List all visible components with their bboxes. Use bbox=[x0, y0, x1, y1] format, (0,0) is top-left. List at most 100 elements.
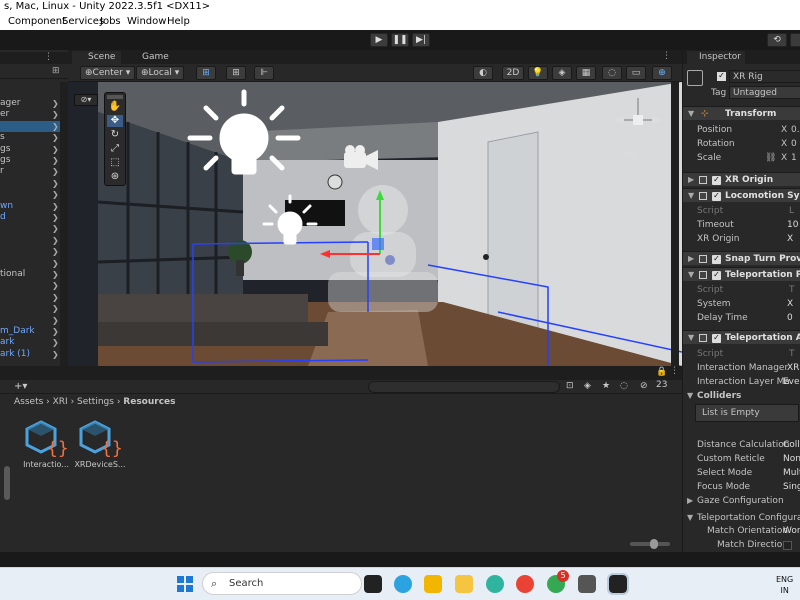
timeout-value[interactable]: 10 bbox=[787, 218, 798, 232]
search-by-type-icon[interactable]: ⊡ bbox=[566, 381, 574, 391]
increment-snap-button[interactable]: ⊩ bbox=[254, 66, 274, 80]
favorite-icon[interactable]: ★ bbox=[602, 381, 610, 391]
tab-inspector[interactable]: Inspector bbox=[687, 51, 745, 64]
reticle-value[interactable]: None bbox=[783, 452, 800, 466]
colliders-row[interactable]: ▼ Colliders bbox=[683, 389, 800, 403]
component-transform[interactable]: ▼ ⊹ Transform bbox=[683, 106, 800, 120]
tab-scene[interactable]: Scene bbox=[72, 51, 122, 64]
pivot-dropdown[interactable]: ⊕Center ▾ bbox=[80, 66, 136, 80]
component-checkbox[interactable]: ✓ bbox=[712, 271, 721, 280]
menu-component[interactable]: Component bbox=[8, 14, 66, 30]
link-icon[interactable]: ⛓ bbox=[765, 151, 776, 165]
chevron-right-icon[interactable]: ❯ bbox=[52, 109, 59, 120]
asset-item[interactable]: {} Interactio... bbox=[18, 418, 74, 469]
view-tool-dropdown[interactable]: ⊘▾ bbox=[74, 94, 98, 106]
hierarchy-row[interactable]: ❯ bbox=[0, 189, 68, 200]
menu-help[interactable]: Help bbox=[167, 14, 190, 30]
scene-viewport[interactable]: ✋ ✥ ↻ ⤢ ⬚ ⊛ ⊘▾ Left bbox=[68, 82, 682, 366]
history-button[interactable]: ⟲ bbox=[767, 33, 787, 47]
scale-tool-icon[interactable]: ⤢ bbox=[107, 143, 123, 155]
hierarchy-row[interactable]: ❯ bbox=[0, 246, 68, 257]
shading-button[interactable]: ◐ bbox=[473, 66, 493, 80]
delay-value[interactable]: 0 bbox=[787, 311, 793, 325]
chevron-right-icon[interactable]: ❯ bbox=[52, 189, 59, 200]
lock-icon[interactable]: 🔒 bbox=[656, 367, 667, 377]
chevron-right-icon[interactable]: ❯ bbox=[52, 121, 59, 132]
lighting-button[interactable]: 💡 bbox=[528, 66, 548, 80]
hierarchy-scrollbar[interactable] bbox=[60, 82, 68, 366]
orientation-gizmo[interactable]: Left bbox=[608, 90, 668, 162]
more-icon[interactable]: ⋮ bbox=[662, 51, 671, 61]
hierarchy-row[interactable]: s ❯ bbox=[0, 132, 68, 143]
system-value[interactable]: X bbox=[787, 297, 793, 311]
hierarchy-row[interactable]: tional ❯ bbox=[0, 269, 68, 280]
chrome-profile-icon[interactable]: 5 bbox=[547, 570, 569, 593]
palette-handle[interactable] bbox=[107, 95, 123, 99]
breadcrumb-resources[interactable]: Resources bbox=[123, 397, 175, 407]
chevron-right-icon[interactable]: ❯ bbox=[52, 315, 59, 326]
hierarchy-row[interactable]: gs ❯ bbox=[0, 144, 68, 155]
component-checkbox[interactable]: ✓ bbox=[712, 192, 721, 201]
chevron-right-icon[interactable]: ❯ bbox=[52, 326, 59, 337]
active-checkbox[interactable]: ✓ bbox=[717, 72, 726, 81]
audio-button[interactable]: ◈ bbox=[552, 66, 572, 80]
component-checkbox[interactable]: ✓ bbox=[712, 255, 721, 264]
step-button[interactable]: ▶| bbox=[412, 33, 430, 47]
hierarchy-row[interactable]: ark (1) ❯ bbox=[0, 349, 68, 360]
hierarchy-search[interactable]: ⊞ bbox=[0, 65, 68, 79]
folder-scrollbar[interactable] bbox=[4, 466, 10, 500]
transform-tool-icon[interactable]: ⊛ bbox=[107, 171, 123, 183]
mode-2d-button[interactable]: 2D bbox=[502, 66, 524, 80]
chevron-right-icon[interactable]: ❯ bbox=[52, 349, 59, 360]
hierarchy-row[interactable]: wn ❯ bbox=[0, 201, 68, 212]
language-indicator[interactable]: ENG IN bbox=[776, 574, 793, 596]
hierarchy-row[interactable]: er ❯ bbox=[0, 109, 68, 120]
camera-gizmo-icon[interactable] bbox=[342, 144, 382, 172]
play-button[interactable]: ▶ bbox=[370, 33, 388, 47]
tab-game[interactable]: Game bbox=[126, 51, 175, 64]
hierarchy-row[interactable]: ❯ bbox=[0, 303, 68, 314]
taskbar-search[interactable]: ⌕ Search bbox=[202, 572, 362, 595]
chrome-icon[interactable] bbox=[516, 575, 534, 593]
gaze-row[interactable]: ▶ Gaze Configuration bbox=[683, 494, 800, 508]
teleport-config-row[interactable]: ▼Teleportation Configuration bbox=[683, 511, 800, 525]
chevron-right-icon[interactable]: ❯ bbox=[52, 258, 59, 269]
component-xr-origin[interactable]: ▶ ✓ XR Origin bbox=[683, 172, 800, 186]
position-x[interactable]: 0. bbox=[791, 123, 800, 137]
component-teleportation-provider[interactable]: ▼ ✓ Teleportation Provider bbox=[683, 267, 800, 281]
hierarchy-row[interactable]: ager ❯ bbox=[0, 98, 68, 109]
hierarchy-row[interactable]: d ❯ bbox=[0, 212, 68, 223]
chevron-right-icon[interactable]: ❯ bbox=[52, 201, 59, 212]
saved-search-icon[interactable]: ◌ bbox=[620, 381, 628, 391]
hierarchy-row[interactable]: ❯ bbox=[0, 292, 68, 303]
chevron-right-icon[interactable]: ❯ bbox=[52, 280, 59, 291]
add-icon[interactable]: +▾ bbox=[14, 381, 27, 393]
tag-dropdown[interactable]: Untagged bbox=[729, 86, 800, 99]
chevron-right-icon[interactable]: ❯ bbox=[52, 155, 59, 166]
chevron-right-icon[interactable]: ❯ bbox=[52, 132, 59, 143]
rect-tool-icon[interactable]: ⬚ bbox=[107, 157, 123, 169]
file-explorer-icon[interactable] bbox=[455, 575, 473, 593]
menu-services[interactable]: Services bbox=[62, 14, 104, 30]
account-button[interactable] bbox=[790, 33, 800, 47]
hierarchy-row[interactable]: ❯ bbox=[0, 280, 68, 291]
unity-hub-icon[interactable] bbox=[578, 575, 596, 593]
component-checkbox[interactable]: ✓ bbox=[712, 176, 721, 185]
hierarchy-row[interactable]: r ❯ bbox=[0, 166, 68, 177]
zoom-slider-thumb[interactable] bbox=[650, 539, 658, 549]
effects-button[interactable]: ▦ bbox=[576, 66, 596, 80]
hierarchy-row[interactable]: ❯ bbox=[0, 178, 68, 189]
move-tool-icon[interactable]: ✥ bbox=[107, 115, 123, 127]
menu-jobs[interactable]: Jobs bbox=[100, 14, 121, 30]
camera-button[interactable]: ▭ bbox=[626, 66, 646, 80]
grid-snap-button[interactable]: ⊞ bbox=[196, 66, 216, 80]
hierarchy-row[interactable]: ❯ bbox=[0, 235, 68, 246]
component-snap-turn[interactable]: ▶ ✓ Snap Turn Provider bbox=[683, 251, 800, 265]
hierarchy-row[interactable]: gs ❯ bbox=[0, 155, 68, 166]
start-button[interactable] bbox=[176, 575, 194, 593]
hierarchy-row[interactable]: ❯ bbox=[0, 258, 68, 269]
distance-value[interactable]: Colli bbox=[783, 438, 800, 452]
space-dropdown[interactable]: ⊕Local ▾ bbox=[136, 66, 185, 80]
rotation-x[interactable]: 0 bbox=[791, 137, 797, 151]
edge-icon[interactable] bbox=[486, 575, 504, 593]
